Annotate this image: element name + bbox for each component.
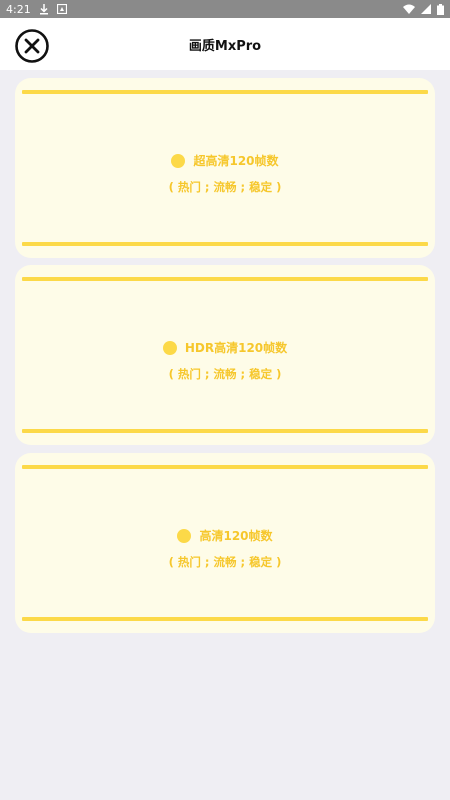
option-dot-icon	[171, 153, 186, 168]
option-subtitle: ( 热门 ; 流畅 ; 稳定 )	[168, 179, 282, 194]
status-right	[403, 3, 444, 15]
option-dot-icon	[162, 340, 177, 355]
option-dot-icon	[177, 528, 192, 543]
card-title-row: 高清120帧数	[177, 527, 273, 544]
wifi-icon	[403, 4, 415, 14]
signal-icon	[421, 4, 431, 14]
card-bottom-line	[22, 429, 428, 433]
card-title-row: HDR高清120帧数	[162, 339, 288, 356]
page-title: 画质MxPro	[188, 39, 262, 54]
notification-icon	[56, 4, 67, 14]
card-top-line	[22, 277, 428, 281]
option-card-hdr-120[interactable]: HDR高清120帧数 ( 热门 ; 流畅 ; 稳定 )	[15, 265, 435, 445]
card-content: 高清120帧数 ( 热门 ; 流畅 ; 稳定 )	[15, 527, 435, 570]
card-top-line	[22, 465, 428, 469]
battery-icon	[437, 3, 444, 15]
status-bar: 4:21	[0, 0, 450, 18]
option-subtitle: ( 热门 ; 流畅 ; 稳定 )	[168, 554, 282, 569]
card-bottom-line	[22, 617, 428, 621]
option-title: 超高清120帧数	[193, 154, 279, 168]
status-left: 4:21	[6, 3, 67, 16]
option-card-uhd-120[interactable]: 超高清120帧数 ( 热门 ; 流畅 ; 稳定 )	[15, 78, 435, 258]
app-header: 画质MxPro	[0, 18, 450, 70]
card-content: 超高清120帧数 ( 热门 ; 流畅 ; 稳定 )	[15, 152, 435, 195]
option-subtitle: ( 热门 ; 流畅 ; 稳定 )	[168, 366, 282, 381]
card-top-line	[22, 90, 428, 94]
card-title-row: 超高清120帧数	[171, 152, 279, 169]
card-content: HDR高清120帧数 ( 热门 ; 流畅 ; 稳定 )	[15, 339, 435, 382]
option-title: HDR高清120帧数	[184, 341, 288, 355]
option-title: 高清120帧数	[199, 529, 273, 543]
download-icon	[39, 3, 49, 15]
status-time: 4:21	[6, 2, 31, 16]
card-bottom-line	[22, 242, 428, 246]
option-card-hd-120[interactable]: 高清120帧数 ( 热门 ; 流畅 ; 稳定 )	[15, 453, 435, 633]
